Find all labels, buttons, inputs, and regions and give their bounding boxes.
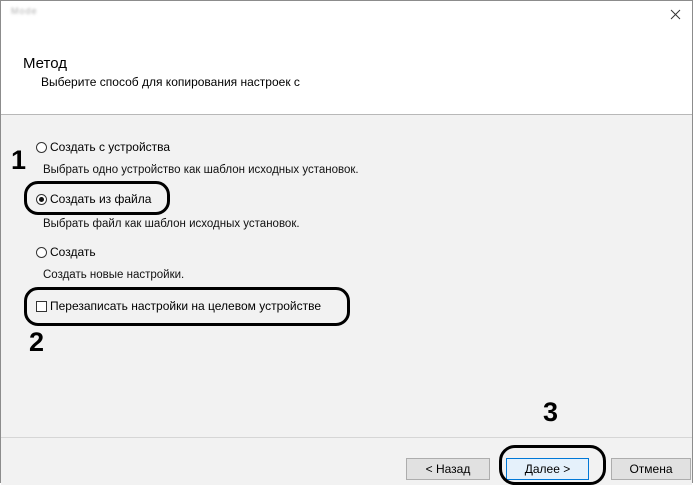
annotation-ring-2 xyxy=(24,287,350,326)
radio-create-from-device[interactable]: Создать с устройства xyxy=(36,140,170,154)
wizard-header: Метод Выберите способ для копирования на… xyxy=(1,27,692,115)
step-number-3: 3 xyxy=(543,397,559,427)
annotation-ring-1 xyxy=(24,181,170,215)
radio-icon xyxy=(36,141,47,153)
option-label: Создать xyxy=(50,245,96,259)
option-label: Создать с устройства xyxy=(50,140,171,154)
step-number-2: 2 xyxy=(29,327,45,357)
wizard-content: Создать с устройства Выбрать одно устрой… xyxy=(1,115,692,437)
step-number-1: 1 xyxy=(11,145,27,175)
dialog-window: Mode Set Метод Выберите способ для копир… xyxy=(0,0,693,485)
window-title: Mode Set xyxy=(11,6,41,16)
radio-icon xyxy=(36,246,47,258)
page-title: Метод xyxy=(23,55,67,72)
wizard-footer: < Назад Далее > Отмена xyxy=(1,437,692,485)
title-bar: Mode Set xyxy=(1,1,692,27)
option-description: Выбрать файл как шаблон исходных установ… xyxy=(43,218,300,230)
close-button[interactable] xyxy=(660,1,690,27)
option-description: Выбрать одно устройство как шаблон исход… xyxy=(43,164,359,176)
page-subtitle: Выберите способ для копирования настроек… xyxy=(41,75,300,89)
close-icon xyxy=(670,9,680,19)
option-description: Создать новые настройки. xyxy=(43,269,185,281)
cancel-button[interactable]: Отмена xyxy=(611,458,691,480)
annotation-ring-3 xyxy=(499,445,606,485)
radio-create-new[interactable]: Создать xyxy=(36,245,96,259)
back-button[interactable]: < Назад xyxy=(406,458,490,480)
